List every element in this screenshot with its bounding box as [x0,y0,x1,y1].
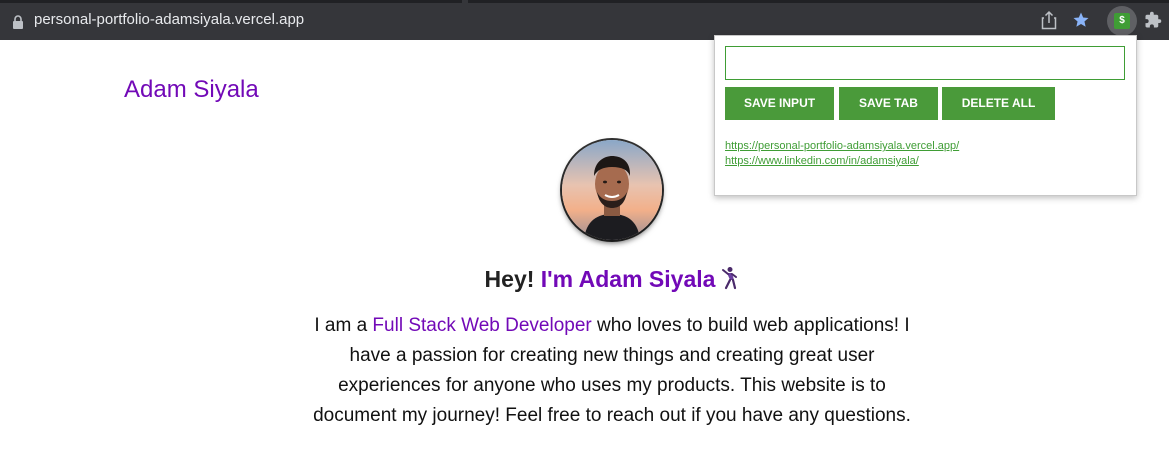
star-icon[interactable] [1072,11,1090,29]
site-name-link[interactable]: Adam Siyala [124,76,259,104]
delete-all-button[interactable]: DELETE ALL [942,87,1055,120]
saved-link[interactable]: https://personal-portfolio-adamsiyala.ve… [725,140,959,152]
extension-button[interactable]: $ [1107,6,1137,36]
tab-strip [0,0,1169,3]
greeting-heading: Hey! I'm Adam Siyala [0,264,1169,294]
save-tab-button[interactable]: SAVE TAB [839,87,938,120]
dancer-icon [722,267,738,290]
lock-icon[interactable] [12,15,24,29]
address-bar[interactable]: personal-portfolio-adamsiyala.vercel.app [0,5,1100,37]
saved-links-list: https://personal-portfolio-adamsiyala.ve… [725,139,959,169]
bio-role-link[interactable]: Full Stack Web Developer [372,315,591,336]
avatar [562,140,662,240]
bio-paragraph: I am a Full Stack Web Developer who love… [312,311,912,431]
url-text[interactable]: personal-portfolio-adamsiyala.vercel.app [34,11,304,29]
greeting-name: I'm Adam Siyala [540,266,716,292]
extension-popup: SAVE INPUT SAVE TAB DELETE ALL https://p… [714,35,1137,196]
share-icon[interactable] [1041,10,1057,30]
save-input-button[interactable]: SAVE INPUT [725,87,834,120]
saved-link[interactable]: https://www.linkedin.com/in/adamsiyala/ [725,155,919,167]
tab-separator [462,0,468,3]
save-input-field[interactable] [725,46,1125,80]
browser-toolbar: personal-portfolio-adamsiyala.vercel.app… [0,0,1169,40]
greeting-prefix: Hey! [484,266,541,292]
puzzle-icon[interactable] [1144,11,1162,29]
list-item: https://personal-portfolio-adamsiyala.ve… [725,139,959,154]
list-item: https://www.linkedin.com/in/adamsiyala/ [725,154,959,169]
bio-prefix: I am a [314,315,373,336]
dollar-extension-icon[interactable]: $ [1114,13,1130,29]
